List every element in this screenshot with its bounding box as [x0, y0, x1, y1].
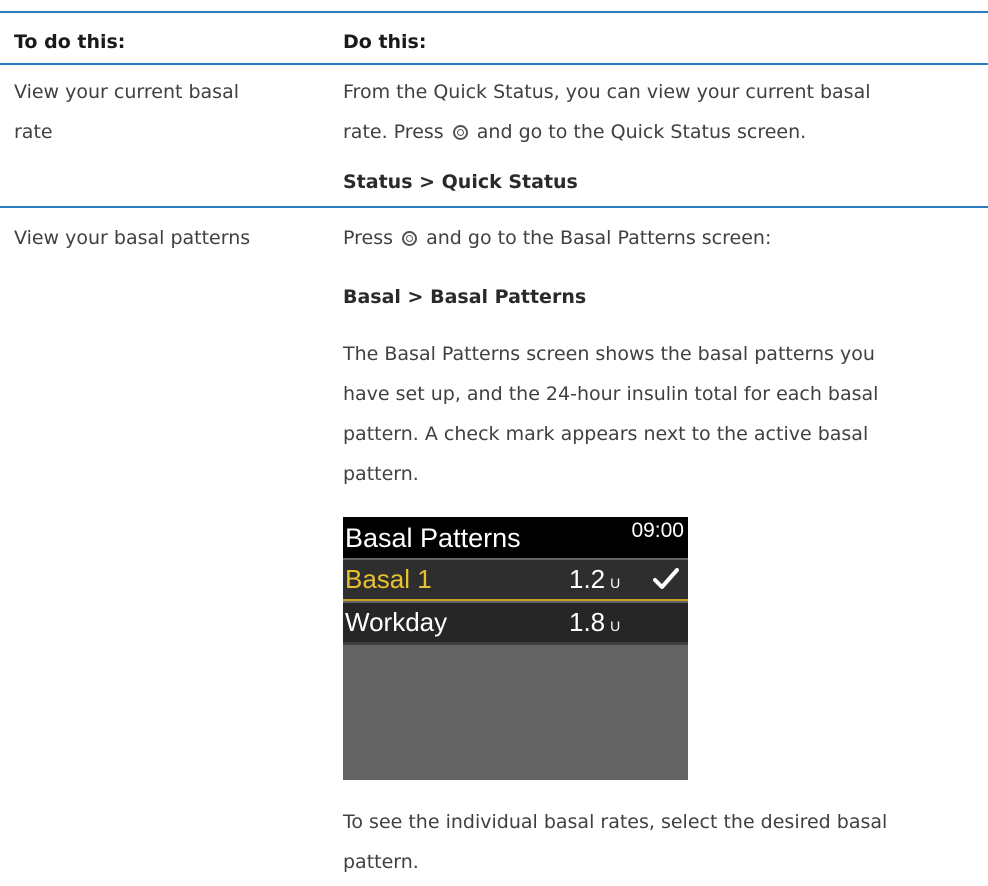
basal-pattern-row: Workday 1.8 U	[343, 603, 688, 645]
select-button-icon	[452, 125, 468, 140]
row1-task-line1: View your current basal	[14, 81, 239, 103]
row2-para-line4: pattern.	[343, 463, 419, 485]
row2-para-line3: pattern. A check mark appears next to th…	[343, 423, 869, 445]
row2-after-paragraph: To see the individual basal rates, selec…	[343, 802, 983, 882]
row-divider-rule	[0, 206, 988, 208]
row2-instruction: Press and go to the Basal Patterns scree…	[343, 218, 983, 258]
row1-desc-line1: From the Quick Status, you can view your…	[343, 81, 871, 103]
row2-instr-pre: Press	[343, 227, 394, 249]
row1-description: From the Quick Status, you can view your…	[343, 72, 983, 152]
pump-screen: Basal Patterns 09:00 Basal 1 1.2 U Workda…	[343, 517, 688, 780]
row2-para-line2: have set up, and the 24-hour insulin tot…	[343, 383, 879, 405]
basal-pattern-row-active: Basal 1 1.2 U	[343, 560, 688, 601]
select-button-icon	[402, 231, 418, 246]
header-to-do-this: To do this:	[14, 31, 126, 53]
header-rule	[0, 63, 988, 65]
pump-screen-header: Basal Patterns 09:00	[343, 517, 688, 558]
row2-task: View your basal patterns	[14, 227, 251, 249]
row2-para-line1: The Basal Patterns screen shows the basa…	[343, 343, 875, 365]
row1-desc-line2-pre: rate. Press	[343, 121, 444, 143]
basal-pattern-value: 1.8	[569, 607, 606, 637]
row2-after-line1: To see the individual basal rates, selec…	[343, 811, 888, 833]
basal-pattern-name: Workday	[345, 607, 448, 637]
row2-paragraph: The Basal Patterns screen shows the basa…	[343, 334, 983, 494]
basal-pattern-unit: U	[610, 575, 621, 591]
row1-menu-path: Status > Quick Status	[343, 171, 578, 193]
basal-pattern-total: 1.2 U	[569, 562, 620, 600]
table-top-rule	[0, 11, 988, 13]
row2-menu-path: Basal > Basal Patterns	[343, 286, 587, 308]
row1-desc-line2: rate. Press and go to the Quick Status s…	[343, 112, 983, 152]
basal-pattern-total: 1.8 U	[569, 605, 620, 643]
row1-task-line2: rate	[14, 121, 53, 143]
basal-pattern-value: 1.2	[569, 564, 606, 594]
row2-after-line2: pattern.	[343, 851, 419, 873]
row1-task: View your current basal rate	[14, 72, 314, 152]
pump-screen-time: 09:00	[631, 519, 684, 542]
instruction-table: To do this: Do this: View your current b…	[0, 0, 988, 886]
basal-pattern-unit: U	[610, 618, 621, 634]
row2-instr-post: and go to the Basal Patterns screen:	[426, 227, 772, 249]
basal-pattern-name: Basal 1	[345, 564, 432, 594]
header-do-this: Do this:	[343, 31, 427, 53]
checkmark-icon	[653, 568, 679, 589]
row1-desc-line2-post: and go to the Quick Status screen.	[476, 121, 807, 143]
pump-screen-title: Basal Patterns	[345, 523, 521, 553]
